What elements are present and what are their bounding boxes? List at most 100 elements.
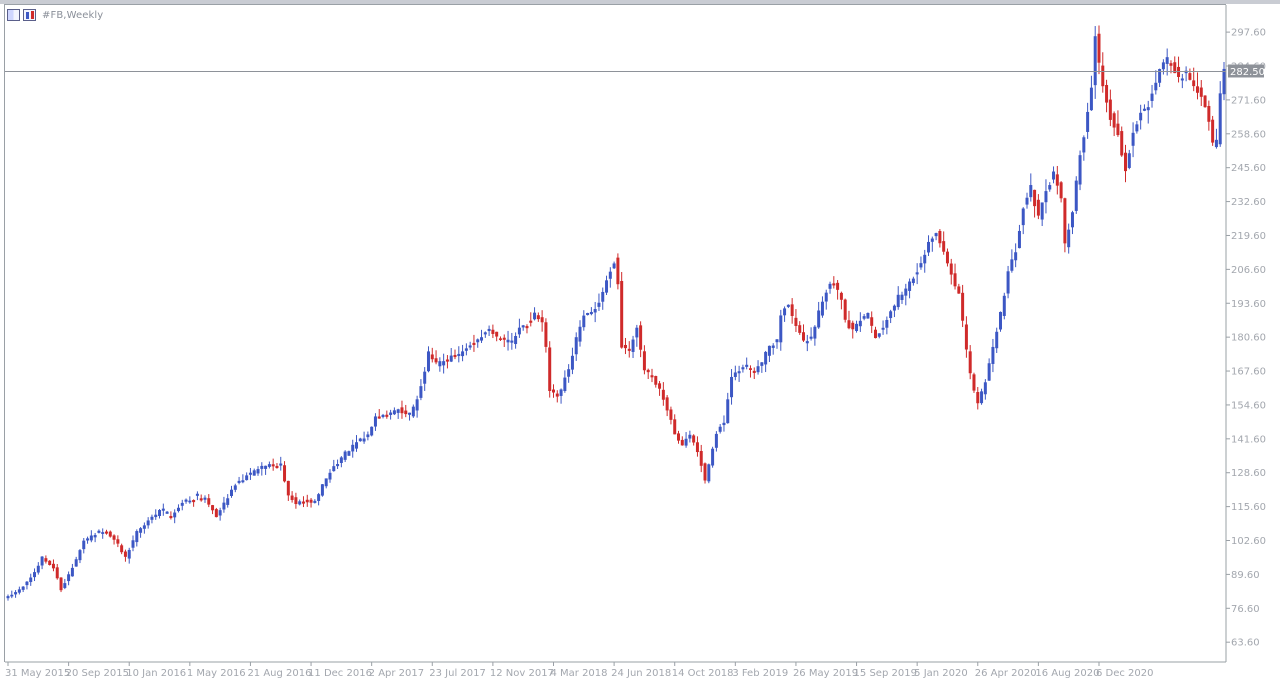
- candle-body-bull: [355, 442, 359, 449]
- candle-body-bear: [59, 577, 63, 591]
- candle-body-bull: [89, 535, 93, 541]
- candle-body-bull: [756, 366, 760, 373]
- candle-body-bull: [74, 559, 78, 567]
- candle-body-bear: [275, 465, 279, 469]
- candle-body-bull: [889, 311, 893, 319]
- candle-body-bull: [760, 362, 764, 366]
- candle-body-bull: [267, 464, 271, 467]
- candle-body-bull: [911, 278, 915, 284]
- candle-body-bear: [695, 442, 699, 453]
- x-tick-label: 23 Jul 2017: [429, 668, 486, 679]
- candle-body-bear: [639, 325, 643, 350]
- candle-body-bull: [1017, 230, 1021, 249]
- candle-body-bear: [873, 329, 877, 339]
- candle-body-bull: [1040, 202, 1044, 220]
- candle-body-bull: [461, 351, 465, 357]
- candle-body-bull: [222, 502, 226, 510]
- candle-body-bear: [623, 344, 627, 349]
- candle-body-bear: [953, 273, 957, 287]
- x-tick-label: 15 Sep 2019: [854, 668, 917, 679]
- candle-body-bull: [392, 410, 396, 415]
- candle-body-bull: [423, 371, 427, 384]
- candle-body-bull: [480, 337, 484, 341]
- y-tick-label: 271.60: [1231, 95, 1266, 106]
- candle-body-bear: [1101, 65, 1105, 87]
- candle-body-bull: [1010, 259, 1014, 271]
- candle-body-bull: [779, 315, 783, 343]
- candle-body-bull: [1074, 180, 1078, 211]
- candle-body-bear: [703, 463, 707, 481]
- x-tick-label: 24 Jun 2018: [611, 668, 671, 679]
- candle-body-bull: [923, 254, 927, 264]
- candle-body-bull: [78, 550, 82, 561]
- candle-body-bull: [684, 438, 688, 446]
- candle-body-bull: [1029, 185, 1033, 198]
- candle-body-bear: [620, 281, 624, 348]
- candle-body-bull: [82, 540, 86, 550]
- candle-body-bear: [957, 286, 961, 294]
- candle-body-bull: [279, 463, 283, 466]
- candle-body-bull: [252, 470, 256, 476]
- candle-body-bear: [748, 368, 752, 370]
- candle-body-bear: [1203, 95, 1207, 108]
- candle-body-bull: [635, 327, 639, 338]
- candle-body-bull: [510, 340, 514, 343]
- x-tick-label: 20 Sep 2015: [66, 668, 129, 679]
- candle-body-bull: [714, 433, 718, 448]
- candle-body-bull: [828, 283, 832, 289]
- candle-body-bull: [726, 399, 730, 424]
- candle-body-bull: [1150, 93, 1154, 101]
- candle-body-bear: [1055, 174, 1059, 186]
- candle-body-bull: [139, 528, 143, 533]
- candle-body-bull: [36, 565, 40, 573]
- candle-body-bull: [608, 271, 612, 279]
- candle-body-bull: [17, 589, 21, 593]
- x-tick-label: 26 May 2019: [793, 668, 858, 679]
- candle-body-bull: [927, 241, 931, 253]
- candle-body-bear: [658, 383, 662, 389]
- y-tick-label: 232.60: [1231, 197, 1266, 208]
- y-tick-label: 89.60: [1231, 570, 1260, 581]
- candle-body-bull: [919, 263, 923, 268]
- candle-body-bear: [1036, 199, 1040, 216]
- candle-body-bull: [373, 416, 377, 427]
- candle-body-bull: [158, 510, 162, 516]
- x-tick-label: 3 Feb 2019: [732, 668, 788, 679]
- y-tick-label: 206.60: [1231, 265, 1266, 276]
- candle-body-bull: [980, 391, 984, 404]
- candle-body-bull: [589, 311, 593, 315]
- candle-body-bull: [809, 336, 813, 339]
- candle-body-bull: [631, 339, 635, 352]
- candle-body-bear: [385, 414, 389, 417]
- candle-body-bear: [112, 535, 116, 540]
- candle-body-bear: [1059, 182, 1063, 199]
- current-price-label: 282.50: [1230, 67, 1265, 78]
- candle-body-bull: [858, 320, 862, 327]
- candle-body-bear: [1199, 87, 1203, 97]
- candle-body-bull: [707, 464, 711, 482]
- candle-body-bull: [93, 534, 97, 538]
- candle-body-bull: [824, 292, 828, 302]
- candle-body-bull: [995, 331, 999, 349]
- candle-body-bull: [135, 531, 139, 543]
- candle-body-bear: [870, 317, 874, 326]
- candle-body-bear: [211, 505, 215, 511]
- candle-body-bull: [127, 549, 131, 559]
- candle-body-bull: [343, 451, 347, 460]
- candle-body-bear: [548, 347, 552, 392]
- candle-body-bull: [601, 291, 605, 302]
- candle-body-bull: [442, 361, 446, 366]
- candle-body-bull: [722, 422, 726, 426]
- candle-body-bull: [866, 312, 870, 319]
- candle-body-bear: [207, 498, 211, 505]
- candle-body-bear: [1116, 123, 1120, 136]
- candle-body-bear: [434, 358, 438, 363]
- y-tick-label: 180.60: [1231, 333, 1266, 344]
- candle-body-bull: [1078, 155, 1082, 185]
- candle-body-bull: [737, 371, 741, 374]
- candle-body-bull: [180, 502, 184, 506]
- candle-body-bull: [877, 333, 881, 337]
- candle-body-bull: [563, 377, 567, 392]
- candle-body-bear: [836, 282, 840, 290]
- candle-body-bull: [771, 345, 775, 348]
